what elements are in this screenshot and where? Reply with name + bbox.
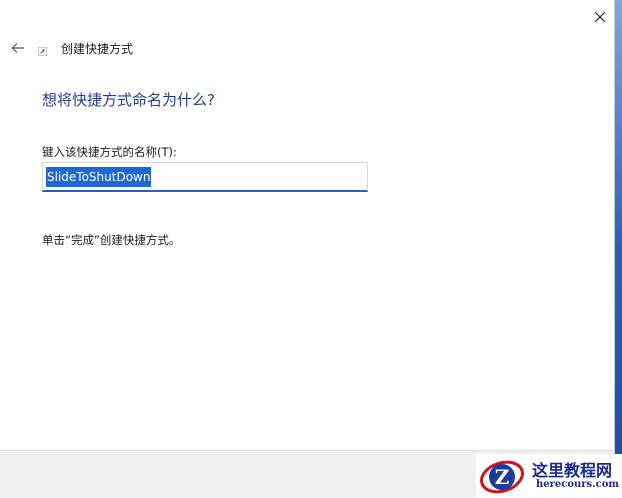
dialog-title: 创建快捷方式: [61, 42, 134, 56]
watermark-title: 这里教程网: [532, 461, 613, 480]
close-icon: [594, 11, 606, 23]
finish-instruction: 单击“完成”创建快捷方式。: [42, 233, 181, 247]
watermark-logo-icon: Z: [480, 460, 524, 494]
back-button[interactable]: [8, 38, 28, 58]
close-button[interactable]: [586, 5, 614, 29]
shortcut-arrow-icon: [38, 47, 47, 56]
create-shortcut-dialog: 创建快捷方式 想将快捷方式命名为什么? 键入该快捷方式的名称(T): Slide…: [0, 0, 615, 498]
back-arrow-icon: [11, 43, 24, 53]
shortcut-name-value: SlideToShutDown: [46, 166, 152, 187]
watermark-url: herecours.com: [536, 479, 620, 490]
page-heading: 想将快捷方式命名为什么?: [42, 91, 215, 109]
shortcut-name-input[interactable]: SlideToShutDown: [42, 162, 368, 192]
shortcut-name-label: 键入该快捷方式的名称(T):: [42, 145, 177, 159]
site-watermark: Z 这里教程网 herecours.com: [476, 454, 622, 498]
watermark-logo-letter: Z: [495, 465, 510, 489]
